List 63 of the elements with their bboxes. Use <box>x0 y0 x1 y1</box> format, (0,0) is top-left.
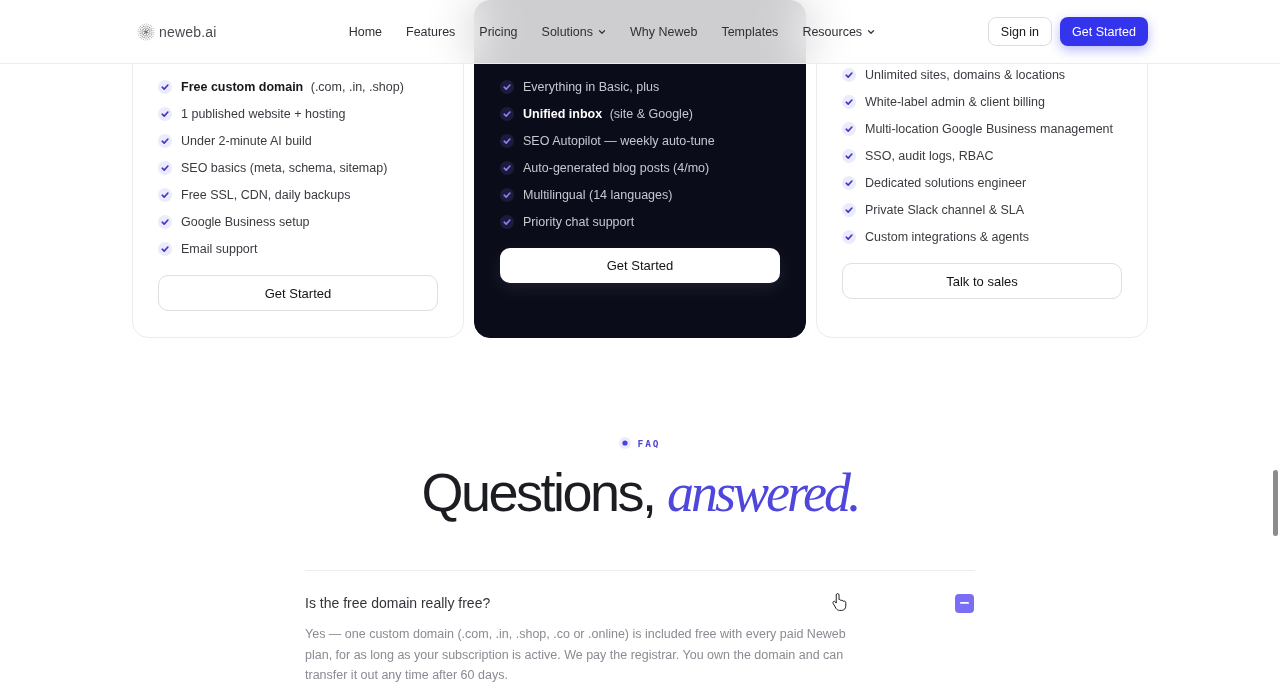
faq-question[interactable]: Is the free domain really free? <box>305 595 491 611</box>
feature-text: Email support <box>181 241 258 256</box>
scrollbar-thumb[interactable] <box>1273 470 1278 536</box>
plan-button[interactable]: Get Started <box>158 275 438 311</box>
eyebrow-label: FAQ <box>637 437 661 449</box>
check-icon <box>500 133 514 148</box>
feature-text: Free SSL, CDN, daily backups <box>181 187 351 202</box>
feature-text: Under 2-minute AI build <box>181 133 312 148</box>
check-icon <box>842 121 856 136</box>
check-icon <box>158 133 172 148</box>
feature-text: Dedicated solutions engineer <box>865 175 1027 190</box>
feature-text: SEO basics (meta, schema, sitemap) <box>181 160 388 175</box>
check-icon <box>500 187 514 202</box>
feature-text: Unified inbox (site & Google) <box>523 106 693 121</box>
feature-text: SSO, audit logs, RBAC <box>865 148 994 163</box>
check-icon <box>842 202 856 217</box>
hand-cursor-icon <box>832 592 847 611</box>
feature-text: Priority chat support <box>523 214 635 229</box>
feature-text: Free custom domain (.com, .in, .shop) <box>181 79 404 94</box>
feature-text: SEO Autopilot — weekly auto-tune <box>523 133 715 148</box>
minus-icon <box>960 602 969 604</box>
nav-link[interactable]: Why Neweb <box>630 24 698 39</box>
feature-text: Unlimited sites, domains & locations <box>865 67 1066 82</box>
dotted-sphere-icon <box>137 22 155 41</box>
feature-text: 1 published website + hosting <box>181 106 346 121</box>
nav-link[interactable]: Home <box>348 24 382 39</box>
plan-button[interactable]: Get Started <box>500 248 780 283</box>
get-started-button[interactable]: Get Started <box>1060 17 1148 46</box>
check-icon <box>842 67 856 82</box>
feature-text: Everything in Basic, plus <box>523 79 660 94</box>
check-icon <box>842 94 856 109</box>
feature-text: Multi-location Google Business management <box>865 121 1114 136</box>
check-icon <box>500 79 514 94</box>
plan-button[interactable]: Talk to sales <box>842 263 1122 299</box>
check-icon <box>158 214 172 229</box>
check-icon <box>158 160 172 175</box>
check-icon <box>158 187 172 202</box>
check-icon <box>842 175 856 190</box>
faq-answer: Yes — one custom domain (.com, .in, .shop, .co or .online) is included free with every paid Neweb plan, for as long as your subscription is active. We pay the registrar. You own the domain and can transfer it out any time after 60 days. <box>305 626 847 684</box>
collapse-button[interactable] <box>955 593 974 613</box>
feature-text: Multilingual (14 languages) <box>523 187 673 202</box>
check-icon <box>842 229 856 244</box>
logo-link[interactable]: neweb.ai <box>137 22 217 41</box>
check-icon <box>158 106 172 121</box>
check-icon <box>158 241 172 256</box>
nav-link[interactable]: Pricing <box>479 24 518 39</box>
check-icon <box>500 160 514 175</box>
nav-link[interactable]: Resources <box>802 24 876 39</box>
sign-in-button[interactable]: Sign in <box>987 17 1053 46</box>
nav-link[interactable]: Templates <box>721 24 779 39</box>
check-icon <box>842 148 856 163</box>
nav-link[interactable]: Solutions <box>541 24 606 39</box>
check-icon <box>158 79 172 94</box>
check-icon <box>500 106 514 121</box>
feature-text: Private Slack channel & SLA <box>865 202 1025 217</box>
dot-icon <box>619 437 632 449</box>
feature-text: White-label admin & client billing <box>865 94 1045 109</box>
check-icon <box>500 214 514 229</box>
nav-link[interactable]: Features <box>406 24 456 39</box>
feature-text: Custom integrations & agents <box>865 229 1029 244</box>
section-heading: Questions, answered. <box>421 463 859 523</box>
feature-text: Auto-generated blog posts (4/mo) <box>523 160 710 175</box>
feature-text: Google Business setup <box>181 214 310 229</box>
